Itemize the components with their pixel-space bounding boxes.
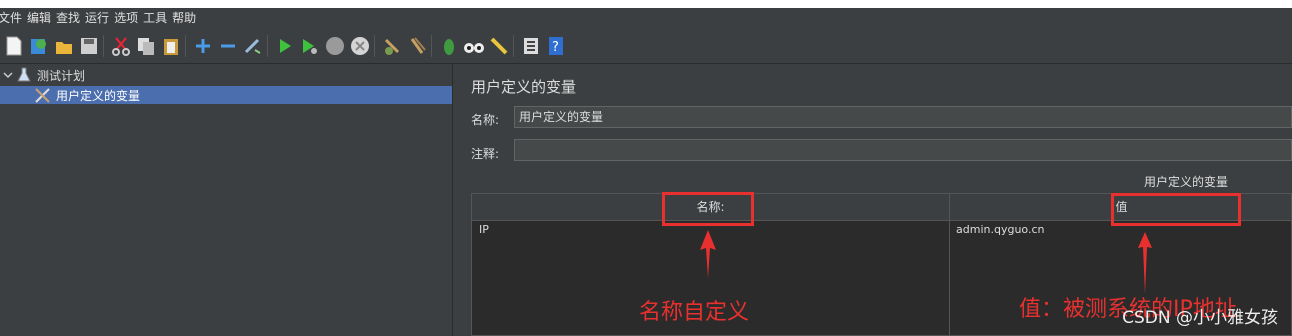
column-divider xyxy=(949,194,950,335)
annotation-box-name xyxy=(662,192,754,226)
shutdown-icon[interactable] xyxy=(349,35,371,57)
menu-bar: 文件 编辑 查找 运行 选项 工具 帮助 xyxy=(0,8,1292,28)
menu-run[interactable]: 运行 xyxy=(85,8,113,28)
stop-icon[interactable] xyxy=(324,35,346,57)
tree-item-label: 用户定义的变量 xyxy=(56,88,141,103)
save-icon[interactable] xyxy=(78,35,100,57)
browse-icon[interactable] xyxy=(242,35,264,57)
svg-text:?: ? xyxy=(552,40,559,55)
copy-icon[interactable] xyxy=(135,35,157,57)
menu-search[interactable]: 查找 xyxy=(56,8,84,28)
flask-icon xyxy=(17,67,31,82)
help-icon[interactable]: ? xyxy=(545,35,567,57)
search-icon[interactable] xyxy=(438,35,460,57)
window-top-strip xyxy=(0,0,1292,8)
annotation-text-left: 名称自定义 xyxy=(639,300,750,325)
tree-item-user-defined-variables[interactable]: 用户定义的变量 xyxy=(0,86,452,104)
menu-help[interactable]: 帮助 xyxy=(172,8,200,28)
name-label: 名称: xyxy=(471,113,500,127)
table-caption: 用户定义的变量 xyxy=(1144,175,1229,189)
annotation-box-value xyxy=(1111,193,1241,226)
name-field[interactable]: 用户定义的变量 xyxy=(514,106,1292,128)
binoculars-icon[interactable] xyxy=(463,35,485,57)
panel-title: 用户定义的变量 xyxy=(471,78,577,96)
toolbar-separator xyxy=(431,35,432,57)
function-helper-icon[interactable] xyxy=(520,35,542,57)
toolbar-separator xyxy=(513,35,514,57)
clear-all-icon[interactable] xyxy=(406,35,428,57)
tree-item-test-plan[interactable]: 测试计划 xyxy=(0,66,452,84)
add-icon[interactable] xyxy=(192,35,214,57)
wrench-screwdriver-icon xyxy=(35,88,50,103)
toolbar: ? xyxy=(0,29,1292,64)
toolbar-separator xyxy=(267,35,268,57)
clear-icon[interactable] xyxy=(381,35,403,57)
comment-label: 注释: xyxy=(471,147,500,161)
menu-file[interactable]: 文件 xyxy=(0,8,26,28)
remove-icon[interactable] xyxy=(217,35,239,57)
tree-item-label: 测试计划 xyxy=(37,68,86,83)
new-icon[interactable] xyxy=(3,35,25,57)
toolbar-separator xyxy=(374,35,375,57)
toolbar-separator xyxy=(103,35,104,57)
cell-value[interactable]: admin.qyguo.cn xyxy=(956,223,1044,236)
expand-chevron-icon[interactable] xyxy=(2,69,14,81)
paste-icon[interactable] xyxy=(160,35,182,57)
templates-icon[interactable] xyxy=(28,35,50,57)
comment-field[interactable] xyxy=(514,139,1292,161)
cut-icon[interactable] xyxy=(110,35,132,57)
watermark: CSDN @小小雅女孩 xyxy=(1122,308,1278,328)
test-plan-tree: 测试计划 用户定义的变量 xyxy=(0,64,453,336)
cell-name[interactable]: IP xyxy=(479,223,489,236)
menu-options[interactable]: 选项 xyxy=(114,8,142,28)
annotation-arrow-right xyxy=(1138,232,1152,294)
menu-edit[interactable]: 编辑 xyxy=(27,8,55,28)
start-no-pause-icon[interactable] xyxy=(299,35,321,57)
annotation-arrow-left xyxy=(700,230,716,278)
start-icon[interactable] xyxy=(274,35,296,57)
toolbar-separator xyxy=(185,35,186,57)
open-icon[interactable] xyxy=(53,35,75,57)
reset-search-icon[interactable] xyxy=(488,35,510,57)
menu-tools[interactable]: 工具 xyxy=(143,8,171,28)
